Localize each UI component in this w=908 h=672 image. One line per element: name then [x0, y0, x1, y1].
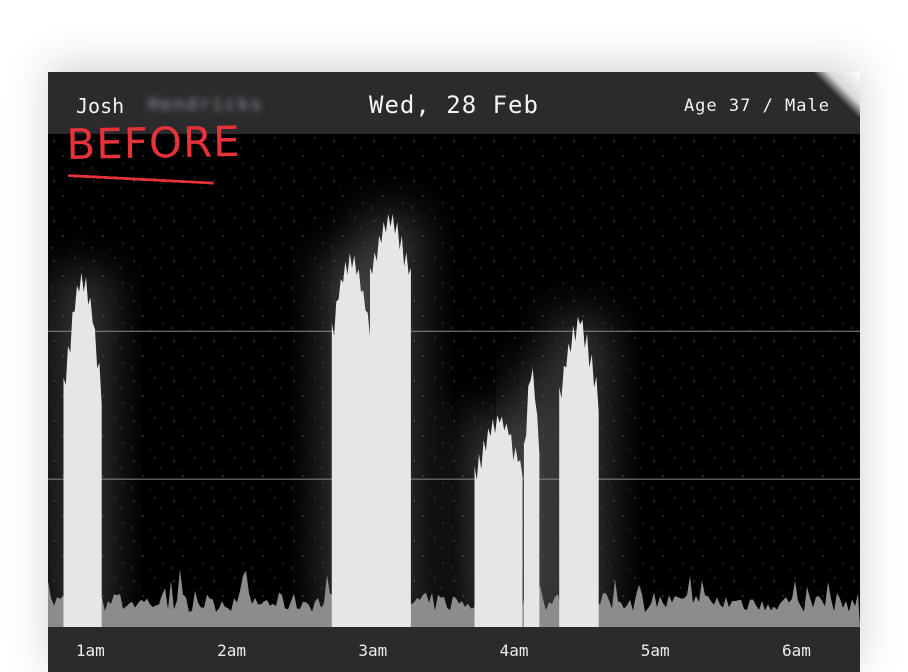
before-annotation: BEFORE	[66, 116, 242, 169]
x-tick-label: 5am	[640, 641, 670, 660]
activity-burst-2	[331, 252, 370, 627]
activity-burst-3	[370, 213, 411, 627]
x-tick-label: 4am	[499, 641, 529, 660]
x-tick-label: 3am	[358, 641, 388, 660]
patient-demographics: Age 37 / Male	[683, 96, 830, 116]
page-curl-decoration	[814, 72, 860, 118]
time-axis: 1am 2am 3am 4am 5am 6am	[48, 627, 860, 672]
activity-chart	[48, 134, 860, 627]
x-tick-label: 6am	[781, 641, 811, 660]
x-tick-label: 1am	[75, 641, 105, 660]
x-tick-label: 2am	[217, 641, 247, 660]
